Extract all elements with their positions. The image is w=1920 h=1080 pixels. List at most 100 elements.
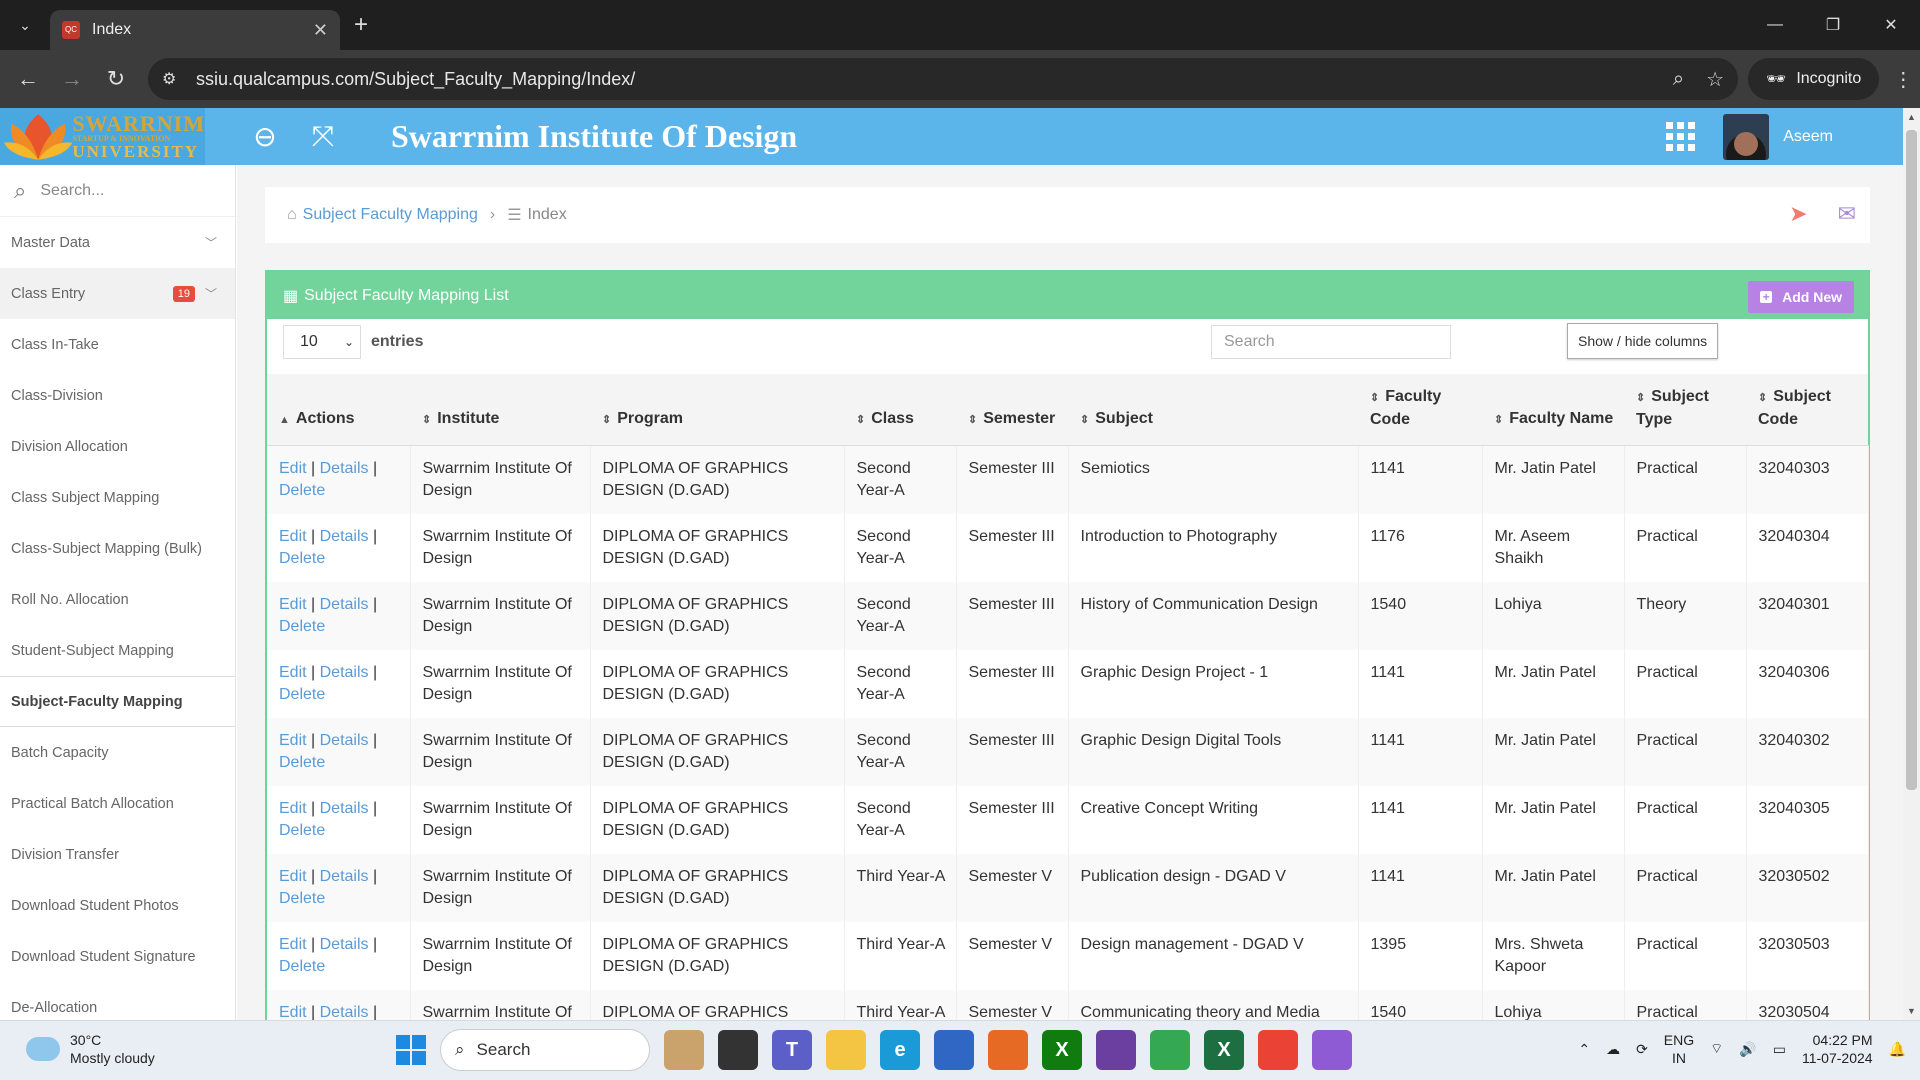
- university-logo[interactable]: SWARRNIM STARTUP & INNOVATION UNIVERSITY: [0, 108, 205, 165]
- back-icon[interactable]: ←: [6, 57, 50, 101]
- sync-icon[interactable]: ⟳: [1636, 1041, 1648, 1058]
- windows-start-icon[interactable]: [396, 1035, 426, 1065]
- delete-link[interactable]: Delete: [279, 958, 325, 975]
- sidebar-item-class-intake[interactable]: Class In-Take: [0, 319, 235, 370]
- col-faculty-code[interactable]: ⇕ Faculty Code: [1358, 374, 1482, 446]
- col-institute[interactable]: ⇕ Institute: [410, 374, 590, 446]
- scroll-down-icon[interactable]: ▼: [1907, 1006, 1916, 1016]
- delete-link[interactable]: Delete: [279, 550, 325, 567]
- forward-icon[interactable]: →: [50, 57, 94, 101]
- breadcrumb-parent-link[interactable]: Subject Faculty Mapping: [303, 206, 478, 224]
- delete-link[interactable]: Delete: [279, 822, 325, 839]
- reload-icon[interactable]: ↻: [94, 57, 138, 101]
- edit-link[interactable]: Edit: [279, 460, 307, 477]
- delete-link[interactable]: Delete: [279, 482, 325, 499]
- sidebar-item-class-division[interactable]: Class-Division: [0, 370, 235, 421]
- app-icon[interactable]: [1096, 1030, 1136, 1070]
- sidebar-item-subject-faculty-mapping[interactable]: Subject-Faculty Mapping: [0, 676, 235, 727]
- language-indicator[interactable]: ENG IN: [1664, 1031, 1694, 1067]
- edit-link[interactable]: Edit: [279, 664, 307, 681]
- restore-icon[interactable]: ❐: [1804, 0, 1862, 50]
- details-link[interactable]: Details: [320, 528, 369, 545]
- edit-link[interactable]: Edit: [279, 1004, 307, 1021]
- col-class[interactable]: ⇕ Class: [844, 374, 956, 446]
- url-field[interactable]: ⚙ ssiu.qualcampus.com/Subject_Faculty_Ma…: [148, 58, 1738, 100]
- firefox-icon[interactable]: [988, 1030, 1028, 1070]
- xbox-icon[interactable]: X: [1042, 1030, 1082, 1070]
- edge-icon[interactable]: e: [880, 1030, 920, 1070]
- clock[interactable]: 04:22 PM 11-07-2024: [1802, 1031, 1873, 1067]
- col-subject-code[interactable]: ⇕ Subject Code: [1746, 374, 1868, 446]
- store-icon[interactable]: [934, 1030, 974, 1070]
- chevron-up-icon[interactable]: ⌃: [1578, 1041, 1590, 1058]
- notification-icon[interactable]: 🔔: [1889, 1041, 1906, 1058]
- mail-icon[interactable]: ✉: [1838, 201, 1856, 227]
- sidebar-item-student-subject-mapping[interactable]: Student-Subject Mapping: [0, 625, 235, 676]
- taskbar-search[interactable]: ⌕ Search: [440, 1029, 650, 1071]
- details-link[interactable]: Details: [320, 664, 369, 681]
- sidebar-item-download-student-photos[interactable]: Download Student Photos: [0, 880, 235, 931]
- delete-link[interactable]: Delete: [279, 890, 325, 907]
- edit-link[interactable]: Edit: [279, 528, 307, 545]
- details-link[interactable]: Details: [320, 1004, 369, 1021]
- col-subject[interactable]: ⇕ Subject: [1068, 374, 1358, 446]
- delete-link[interactable]: Delete: [279, 618, 325, 635]
- edit-link[interactable]: Edit: [279, 596, 307, 613]
- minimize-icon[interactable]: —: [1746, 0, 1804, 50]
- page-scrollbar[interactable]: ▲ ▼: [1903, 108, 1920, 1020]
- sidebar-item-download-student-signature[interactable]: Download Student Signature: [0, 931, 235, 982]
- sidebar-item-class-subject-mapping[interactable]: Class Subject Mapping: [0, 472, 235, 523]
- site-info-icon[interactable]: ⚙: [162, 69, 184, 89]
- edit-link[interactable]: Edit: [279, 868, 307, 885]
- col-subject-type[interactable]: ⇕ Subject Type: [1624, 374, 1746, 446]
- bookmark-star-icon[interactable]: ☆: [1706, 67, 1724, 92]
- close-window-icon[interactable]: ✕: [1862, 0, 1920, 50]
- details-link[interactable]: Details: [320, 800, 369, 817]
- details-link[interactable]: Details: [320, 868, 369, 885]
- task-view-icon[interactable]: [718, 1030, 758, 1070]
- battery-icon[interactable]: ▭: [1773, 1041, 1786, 1058]
- page-length-select[interactable]: 10 ⌄: [283, 325, 361, 359]
- col-program[interactable]: ⇕ Program: [590, 374, 844, 446]
- avatar[interactable]: [1723, 113, 1770, 160]
- add-new-button[interactable]: + Add New: [1748, 281, 1854, 313]
- sidebar-item-class-entry[interactable]: Class Entry 19 ﹀: [0, 268, 235, 319]
- browser-tab[interactable]: QC Index ✕: [50, 10, 340, 50]
- browser-menu-icon[interactable]: ⋮: [1893, 67, 1913, 92]
- details-link[interactable]: Details: [320, 596, 369, 613]
- sidebar-item-division-transfer[interactable]: Division Transfer: [0, 829, 235, 880]
- teams-icon[interactable]: T: [772, 1030, 812, 1070]
- volume-icon[interactable]: 🔊: [1739, 1041, 1756, 1058]
- edit-link[interactable]: Edit: [279, 732, 307, 749]
- sidebar-item-master-data[interactable]: Master Data ﹀: [0, 217, 235, 268]
- sidebar-search[interactable]: ⌕ Search...: [0, 165, 235, 217]
- show-hide-columns-button[interactable]: Show / hide columns: [1567, 323, 1719, 359]
- delete-link[interactable]: Delete: [279, 754, 325, 771]
- sidebar-item-practical-batch-allocation[interactable]: Practical Batch Allocation: [0, 778, 235, 829]
- scrollbar-thumb[interactable]: [1906, 130, 1917, 790]
- scroll-up-icon[interactable]: ▲: [1907, 112, 1916, 122]
- col-faculty-name[interactable]: ⇕ Faculty Name: [1482, 374, 1624, 446]
- sidebar-item-division-allocation[interactable]: Division Allocation: [0, 421, 235, 472]
- edit-link[interactable]: Edit: [279, 936, 307, 953]
- weather-widget[interactable]: 30°C Mostly cloudy: [26, 1029, 155, 1067]
- details-link[interactable]: Details: [320, 936, 369, 953]
- edit-link[interactable]: Edit: [279, 800, 307, 817]
- zoom-icon[interactable]: ⌕: [1673, 68, 1684, 91]
- col-actions[interactable]: ▲ Actions: [267, 374, 410, 446]
- delete-link[interactable]: Delete: [279, 686, 325, 703]
- sidebar-item-de-allocation[interactable]: De-Allocation: [0, 982, 235, 1020]
- fullscreen-icon[interactable]: ⤧: [305, 119, 341, 155]
- table-search-input[interactable]: Search: [1211, 325, 1451, 359]
- file-explorer-icon[interactable]: [826, 1030, 866, 1070]
- back-circle-icon[interactable]: ⊖: [247, 119, 283, 155]
- widgets-icon[interactable]: [664, 1030, 704, 1070]
- col-semester[interactable]: ⇕ Semester: [956, 374, 1068, 446]
- sidebar-item-class-subject-mapping-bulk[interactable]: Class-Subject Mapping (Bulk): [0, 523, 235, 574]
- sidebar-item-batch-capacity[interactable]: Batch Capacity: [0, 727, 235, 778]
- excel-icon[interactable]: X: [1204, 1030, 1244, 1070]
- tab-search-chevron-icon[interactable]: ⌄: [10, 10, 40, 40]
- sidebar-item-roll-no-allocation[interactable]: Roll No. Allocation: [0, 574, 235, 625]
- incognito-indicator[interactable]: 🕶 Incognito: [1748, 58, 1880, 100]
- details-link[interactable]: Details: [320, 460, 369, 477]
